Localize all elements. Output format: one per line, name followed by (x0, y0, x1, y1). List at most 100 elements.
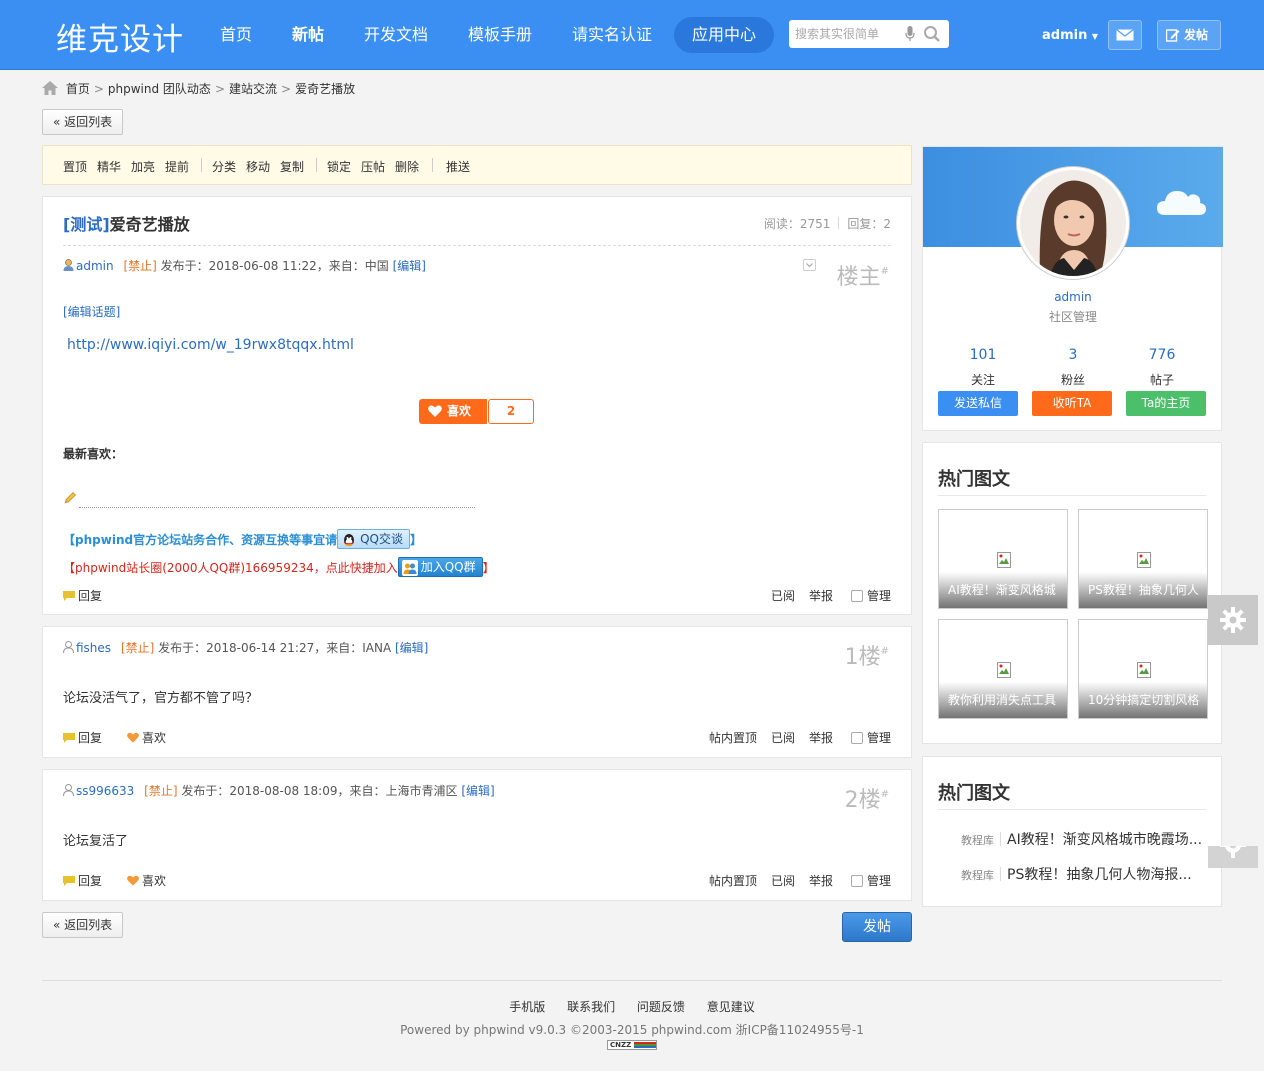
qq-chat-button[interactable]: QQ交谈 (337, 529, 410, 549)
footer-contact[interactable]: 联系我们 (567, 1000, 615, 1014)
reply-button[interactable]: 回复 (63, 872, 102, 889)
toolbar-divider (316, 158, 317, 172)
author-link[interactable]: ss996633 (76, 784, 134, 798)
follow-button[interactable]: 收听TA (1032, 391, 1112, 416)
footer-suggestion[interactable]: 意见建议 (707, 1000, 755, 1014)
like-button[interactable]: 喜欢 (127, 872, 166, 889)
hot-image-item[interactable]: 教你利用消失点工具 (938, 619, 1068, 719)
hot-image-item[interactable]: AI教程！渐变风格城 (938, 509, 1068, 609)
hot-images-title: 热门图文 (938, 469, 1010, 490)
footer-feedback[interactable]: 问题反馈 (637, 1000, 685, 1014)
search-icon[interactable] (923, 25, 941, 43)
site-logo[interactable]: 维克设计 (56, 14, 184, 59)
tool-category[interactable]: 分类 (212, 158, 236, 175)
manage-checkbox[interactable]: 管理 (851, 587, 891, 604)
nav-new-posts[interactable]: 新帖 (292, 22, 324, 48)
thread-tag[interactable]: [测试] (63, 215, 110, 234)
divider (63, 245, 891, 246)
breadcrumb-board[interactable]: 建站交流 (229, 82, 277, 96)
reply-button[interactable]: 回复 (63, 587, 102, 604)
edit-link[interactable]: [编辑] (461, 784, 494, 798)
settings-float-button[interactable] (1208, 595, 1258, 645)
reply-post-2: ss996633 [禁止] 发布于：2018-08-08 18:09，来自：上海… (42, 769, 912, 901)
author-link[interactable]: admin (76, 259, 114, 273)
reply-icon (63, 876, 75, 886)
mark-read-button[interactable]: 已阅 (771, 729, 795, 746)
tool-bump[interactable]: 提前 (165, 158, 189, 175)
report-button[interactable]: 举报 (809, 872, 833, 889)
hot-image-item[interactable]: 10分钟搞定切割风格 (1078, 619, 1208, 719)
new-post-button-bottom[interactable]: 发帖 (842, 912, 912, 942)
tool-lock[interactable]: 锁定 (327, 158, 351, 175)
homepage-button[interactable]: Ta的主页 (1126, 391, 1206, 416)
collapse-icon[interactable] (803, 259, 816, 271)
tool-move[interactable]: 移动 (246, 158, 270, 175)
microphone-icon[interactable] (905, 26, 915, 42)
user-menu[interactable]: admin ▼ (1042, 28, 1098, 43)
manage-checkbox[interactable]: 管理 (851, 872, 891, 889)
mark-read-button[interactable]: 已阅 (771, 587, 795, 604)
edit-topic-link[interactable]: [编辑话题] (63, 303, 120, 320)
ban-link[interactable]: [禁止] (121, 641, 154, 655)
breadcrumb-current: 爱奇艺播放 (295, 82, 356, 96)
nav-template-manual[interactable]: 模板手册 (468, 22, 532, 48)
tool-push[interactable]: 推送 (446, 158, 470, 175)
edit-link[interactable]: [编辑] (393, 259, 426, 273)
profile-username[interactable]: admin (923, 290, 1223, 304)
back-to-list-button[interactable]: « 返回列表 (42, 109, 124, 135)
thread-stats: 阅读：2751 回复：2 (764, 215, 891, 232)
post-link[interactable]: http://www.iqiyi.com/w_19rwx8tqqx.html (67, 337, 354, 353)
join-qq-group-button[interactable]: 加入QQ群 (397, 557, 483, 577)
tool-sink[interactable]: 压帖 (361, 158, 385, 175)
report-button[interactable]: 举报 (809, 729, 833, 746)
tool-delete[interactable]: 删除 (395, 158, 419, 175)
main-post: [测试]爱奇艺播放 阅读：2751 回复：2 admin [禁止] 发布于：201… (42, 196, 912, 615)
ban-link[interactable]: [禁止] (144, 784, 177, 798)
floor-label[interactable]: 楼主# (837, 259, 889, 291)
breadcrumb-home[interactable]: 首页 (66, 82, 90, 96)
tool-sticky[interactable]: 置顶 (63, 158, 87, 175)
like-button[interactable]: 喜欢 (127, 729, 166, 746)
gear-icon (1220, 846, 1246, 858)
profile-stat-fans[interactable]: 3 粉丝 (1033, 347, 1113, 388)
toolbar-divider (432, 158, 433, 172)
cnzz-badge[interactable]: CNZZ (607, 1040, 657, 1050)
pin-in-thread-button[interactable]: 帖内置顶 (709, 872, 757, 889)
floor-label[interactable]: 2楼# (845, 782, 889, 814)
search-input[interactable] (789, 20, 899, 48)
tool-highlight[interactable]: 加亮 (131, 158, 155, 175)
avatar[interactable] (1017, 167, 1129, 279)
like-button[interactable]: 喜欢 (419, 399, 487, 424)
nav-dev-docs[interactable]: 开发文档 (364, 22, 428, 48)
edit-link[interactable]: [编辑] (395, 641, 428, 655)
footer-mobile[interactable]: 手机版 (509, 1000, 545, 1014)
nav-real-name-auth[interactable]: 请实名认证 (572, 22, 652, 48)
thread-title: [测试]爱奇艺播放 (63, 211, 190, 235)
tool-copy[interactable]: 复制 (280, 158, 304, 175)
mark-read-button[interactable]: 已阅 (771, 872, 795, 889)
reply-icon (63, 733, 75, 743)
messages-button[interactable] (1108, 20, 1142, 50)
back-to-list-button-bottom[interactable]: « 返回列表 (42, 912, 124, 938)
nav-app-center[interactable]: 应用中心 (674, 17, 775, 53)
reply-post-1: fishes [禁止] 发布于：2018-06-14 21:27，来自：IANA… (42, 626, 912, 758)
user-icon (63, 259, 74, 271)
reply-button[interactable]: 回复 (63, 729, 102, 746)
hot-list-item[interactable]: 教程库 AI教程！渐变风格城市晚霞场... (961, 829, 1202, 849)
hot-list-item[interactable]: 教程库 PS教程！抽象几何人物海报... (961, 864, 1192, 884)
profile-stat-following[interactable]: 101 关注 (943, 347, 1023, 388)
pin-in-thread-button[interactable]: 帖内置顶 (709, 729, 757, 746)
manage-checkbox[interactable]: 管理 (851, 729, 891, 746)
nav-home[interactable]: 首页 (220, 22, 252, 48)
tool-digest[interactable]: 精华 (97, 158, 121, 175)
new-post-button[interactable]: 发帖 (1157, 20, 1221, 50)
hot-image-item[interactable]: PS教程！抽象几何人 (1078, 509, 1208, 609)
profile-stat-posts[interactable]: 776 帖子 (1122, 347, 1202, 388)
send-message-button[interactable]: 发送私信 (938, 391, 1018, 416)
breadcrumb-forum[interactable]: phpwind 团队动态 (108, 82, 211, 96)
report-button[interactable]: 举报 (809, 587, 833, 604)
floor-label[interactable]: 1楼# (845, 639, 889, 671)
author-link[interactable]: fishes (76, 641, 111, 655)
profile-role: 社区管理 (1048, 310, 1097, 324)
ban-link[interactable]: [禁止] (123, 259, 156, 273)
